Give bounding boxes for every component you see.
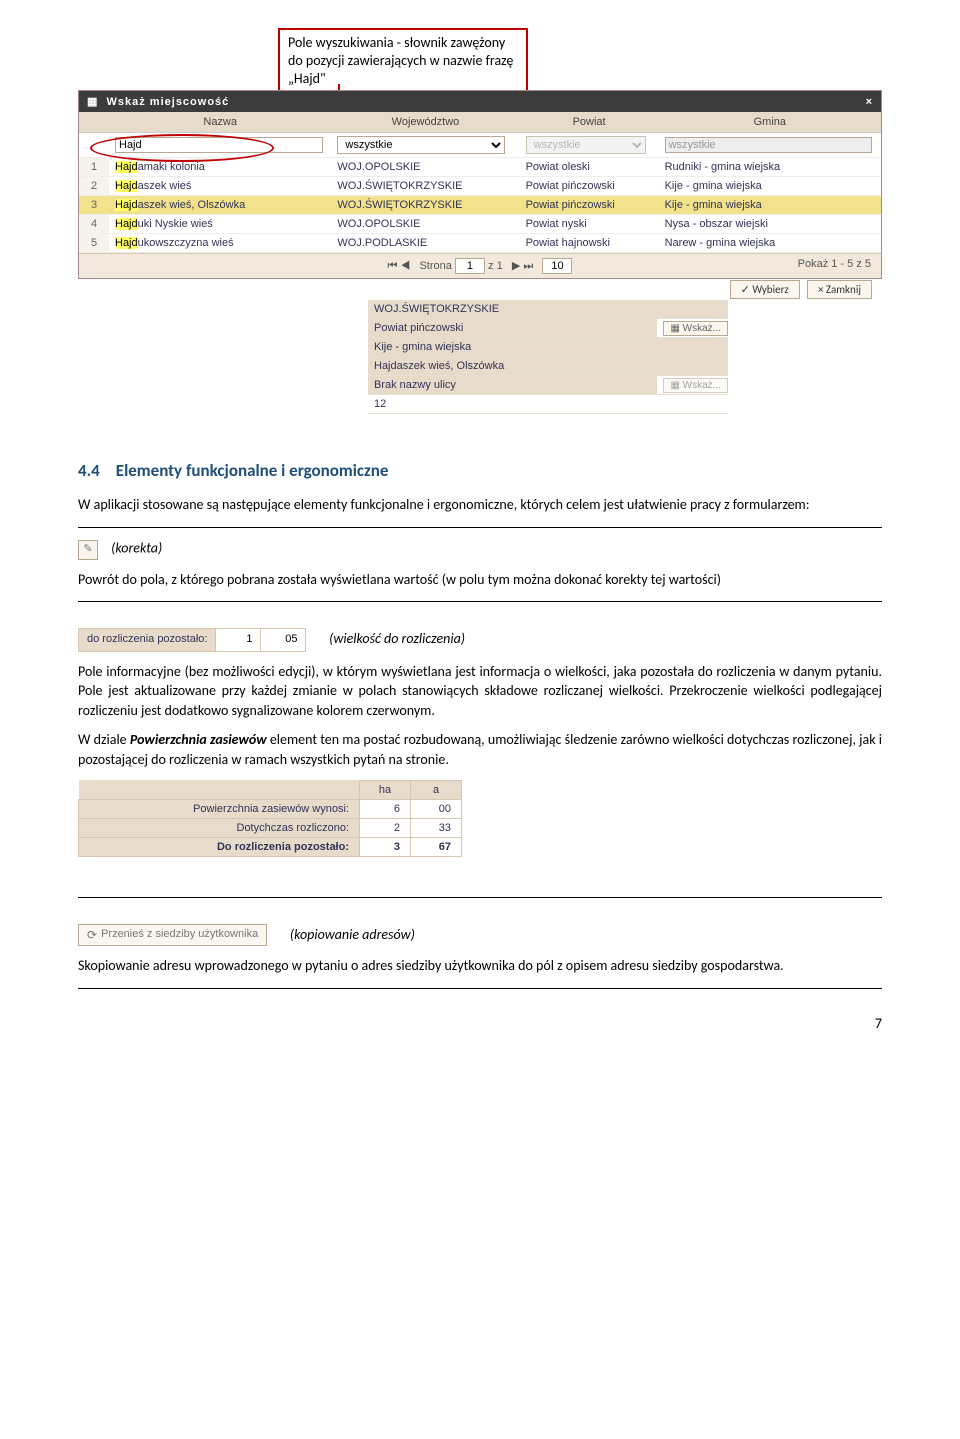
section-heading: 4.4Elementy funkcjonalne i ergonomiczne — [78, 460, 882, 481]
detail-woj: WOJ.ŚWIĘTOKRZYSKIE — [368, 300, 728, 318]
col-ha: ha — [360, 780, 411, 799]
korekta-label: (korekta) — [111, 539, 162, 556]
detail-gmina: Kije - gmina wiejska — [368, 338, 728, 356]
col-woj[interactable]: Województwo — [331, 112, 519, 133]
rozl-desc-1: Pole informacyjne (bez możliwości edycji… — [78, 662, 882, 721]
rozl-block: do rozliczenia pozostało: 1 05 (wielkość… — [78, 628, 882, 651]
page-number: 7 — [78, 1015, 882, 1032]
detail-nr[interactable]: 12 — [368, 395, 420, 413]
copy-caption: (kopiowanie adresów) — [290, 925, 415, 942]
pager: ⏮ ◀ Strona z 1 ▶ ⏭ Pokaż 1 - 5 z 5 — [79, 253, 881, 278]
pencil-icon[interactable]: ✎ — [78, 540, 98, 560]
wybierz-button[interactable]: ✓ Wybierz — [730, 280, 800, 299]
pager-summary: Pokaż 1 - 5 z 5 — [798, 258, 871, 270]
powierzchnia-table: ha a Powierzchnia zasiewów wynosi: 6 00 … — [78, 780, 462, 857]
rozl-value-1: 1 — [216, 628, 261, 651]
detail-ulica: Brak nazwy ulicy — [368, 376, 657, 394]
table-row[interactable]: 5Hajdukowszczyzna wieśWOJ.PODLASKIEPowia… — [79, 234, 881, 253]
col-nazwa[interactable]: Nazwa — [109, 112, 331, 133]
close-icon[interactable]: × — [866, 96, 873, 108]
table-row[interactable]: 2Hajdaszek wieśWOJ.ŚWIĘTOKRZYSKIEPowiat … — [79, 177, 881, 196]
rozl-label: do rozliczenia pozostało: — [78, 628, 216, 651]
address-detail-panel: WOJ.ŚWIĘTOKRZYSKIE Powiat pińczowski ▦ W… — [368, 300, 728, 414]
rozl-caption: (wielkość do rozliczenia) — [329, 630, 465, 647]
filter-powiat-select: wszystkie — [526, 136, 647, 154]
zamknij-button[interactable]: × Zamknij — [807, 280, 872, 299]
korekta-desc: Powrót do pola, z którego pobrana został… — [78, 570, 882, 590]
wskaz-button-disabled: ▦ Wskaż... — [663, 378, 728, 393]
filter-woj-select[interactable]: wszystkie — [337, 136, 504, 154]
callout-search-field: Pole wyszukiwania - słownik zawężony do … — [278, 28, 528, 95]
copy-desc: Skopiowanie adresu wprowadzonego w pytan… — [78, 956, 882, 976]
korekta-block: ✎ (korekta) — [78, 538, 882, 560]
col-powiat[interactable]: Powiat — [520, 112, 659, 133]
filter-nazwa-input[interactable] — [115, 137, 323, 153]
detail-miejscowosc: Hajdaszek wieś, Olszówka — [368, 357, 728, 375]
pager-size-input[interactable] — [542, 258, 572, 274]
locality-lookup-dialog: ▦ Wskaż miejscowość × Nazwa Województwo … — [78, 90, 882, 279]
table-row[interactable]: 3Hajdaszek wieś, OlszówkaWOJ.ŚWIĘTOKRZYS… — [79, 196, 881, 215]
rozl-desc-2: W dziale Powierzchnia zasiewów element t… — [78, 730, 882, 769]
filter-gmina-input — [665, 137, 873, 153]
refresh-icon: ⟳ — [87, 927, 97, 944]
lookup-table: Nazwa Województwo Powiat Gmina wszystkie… — [79, 112, 881, 253]
dialog-title: ▦ Wskaż miejscowość — [87, 95, 229, 108]
detail-powiat: Powiat pińczowski — [368, 319, 657, 337]
rozl-value-2: 05 — [261, 628, 306, 651]
wskaz-button[interactable]: ▦ Wskaż... — [663, 321, 728, 336]
table-row[interactable]: 1Hajdamaki koloniaWOJ.OPOLSKIEPowiat ole… — [79, 158, 881, 177]
col-a: a — [411, 780, 462, 799]
section-intro: W aplikacji stosowane są następujące ele… — [78, 495, 882, 515]
pager-page-input[interactable] — [455, 258, 485, 274]
col-gmina[interactable]: Gmina — [659, 112, 881, 133]
table-row[interactable]: 4Hajduki Nyskie wieśWOJ.OPOLSKIEPowiat n… — [79, 215, 881, 234]
copy-address-button[interactable]: ⟳ Przenieś z siedziby użytkownika — [78, 924, 267, 947]
copy-block: ⟳ Przenieś z siedziby użytkownika (kopio… — [78, 924, 882, 947]
col-idx — [79, 112, 109, 133]
screenshot-area: Pole wyszukiwania - słownik zawężony do … — [78, 20, 882, 420]
